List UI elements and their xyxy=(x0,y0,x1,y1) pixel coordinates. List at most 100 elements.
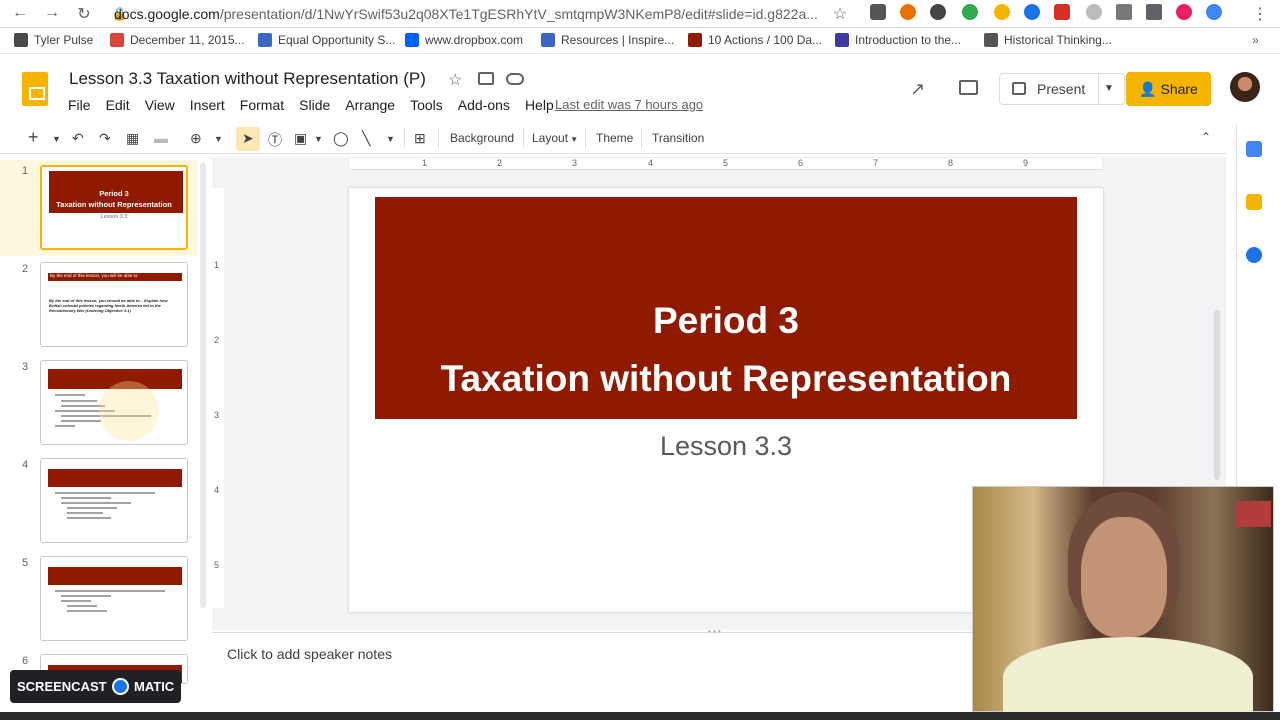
resize-handle[interactable]: • • • xyxy=(708,627,721,636)
bookmark-item[interactable]: 10 Actions / 100 Da... xyxy=(688,33,822,47)
speaker-notes-placeholder[interactable]: Click to add speaker notes xyxy=(227,646,392,662)
menu-help[interactable]: Help xyxy=(525,97,554,113)
collapse-toolbar-icon[interactable]: ⌃ xyxy=(1201,130,1211,144)
new-slide-icon[interactable]: + xyxy=(28,127,39,148)
bookmark-star-icon[interactable]: ☆ xyxy=(830,4,850,24)
ruler-mark: 2 xyxy=(497,158,503,168)
comments-icon[interactable] xyxy=(959,80,978,95)
menu-format[interactable]: Format xyxy=(240,97,284,113)
address-bar[interactable]: docs.google.com/presentation/d/1NwYrSwif… xyxy=(114,2,830,26)
thumb-banner-text: By the end of this lesson, you will be a… xyxy=(50,273,139,278)
zoom-icon[interactable]: ⊕ xyxy=(190,130,202,147)
shape-icon[interactable]: ◯ xyxy=(333,130,349,147)
layout-button[interactable]: Layout ▼ xyxy=(532,131,578,145)
tasks-icon[interactable] xyxy=(1246,247,1262,263)
menu-slide[interactable]: Slide xyxy=(299,97,330,113)
share-button[interactable]: 👤 Share xyxy=(1126,72,1211,106)
bookmark-label: Historical Thinking... xyxy=(1004,33,1112,47)
url-path: /presentation/d/1NwYrSwif53u2q08XTe1TgES… xyxy=(219,6,818,22)
chevron-down-icon[interactable]: ▼ xyxy=(1104,74,1114,104)
extension-icon[interactable] xyxy=(994,4,1010,20)
move-folder-icon[interactable] xyxy=(478,72,494,85)
slide-thumbnail-2[interactable]: By the end of this lesson, you will be a… xyxy=(40,262,188,347)
menu-insert[interactable]: Insert xyxy=(190,97,225,113)
divider xyxy=(404,128,405,148)
slide-thumbnail-1[interactable]: Period 3 Taxation without Representation… xyxy=(40,165,188,250)
menu-bar: File Edit View Insert Format Slide Arran… xyxy=(68,97,569,113)
paint-format-icon[interactable]: ▬ xyxy=(154,130,168,146)
background-button[interactable]: Background xyxy=(450,131,514,145)
slide-number: 3 xyxy=(22,361,29,373)
extension-icon[interactable] xyxy=(1146,4,1162,20)
document-title[interactable]: Lesson 3.3 Taxation without Representati… xyxy=(69,69,426,89)
bookmark-item[interactable]: December 11, 2015... xyxy=(110,33,245,47)
layout-label: Layout xyxy=(532,131,569,145)
slide-thumbnail-5[interactable] xyxy=(40,556,188,641)
menu-tools[interactable]: Tools xyxy=(410,97,443,113)
activity-trend-icon[interactable]: ↗ xyxy=(910,79,925,100)
chevron-down-icon[interactable]: ▼ xyxy=(314,134,323,144)
slide-thumbnail-3[interactable] xyxy=(40,360,188,445)
bookmark-item[interactable]: Tyler Pulse xyxy=(14,33,93,47)
theme-button[interactable]: Theme xyxy=(596,131,633,145)
extension-icon[interactable] xyxy=(870,4,886,20)
extension-icon[interactable] xyxy=(962,4,978,20)
slide-title-line-1[interactable]: Period 3 xyxy=(375,300,1077,342)
menu-addons[interactable]: Add-ons xyxy=(458,97,510,113)
menu-arrange[interactable]: Arrange xyxy=(345,97,395,113)
forward-icon[interactable]: → xyxy=(42,4,62,22)
webcam-overlay xyxy=(972,486,1274,717)
filmstrip-scrollbar[interactable] xyxy=(200,162,206,608)
menu-file[interactable]: File xyxy=(68,97,91,113)
bookmark-item[interactable]: www.dropbox.com xyxy=(405,33,523,47)
print-icon[interactable]: ▦ xyxy=(126,130,139,147)
star-icon[interactable]: ☆ xyxy=(448,70,462,90)
select-cursor-icon[interactable]: ➤ xyxy=(242,130,254,147)
vertical-ruler[interactable]: 1 2 3 4 5 xyxy=(212,188,224,608)
horizontal-ruler[interactable]: 1 2 3 4 5 6 7 8 9 xyxy=(350,158,1102,170)
menu-view[interactable]: View xyxy=(145,97,175,113)
calendar-icon[interactable] xyxy=(1246,141,1262,157)
slide-title-line-2[interactable]: Taxation without Representation xyxy=(375,358,1077,400)
bookmark-item[interactable]: Equal Opportunity S... xyxy=(258,33,395,47)
extension-icon[interactable] xyxy=(1054,4,1070,20)
thumb-banner xyxy=(48,567,182,585)
more-bookmarks-icon[interactable]: » xyxy=(1252,33,1259,47)
chevron-down-icon[interactable]: ▼ xyxy=(214,134,223,144)
extension-icon[interactable] xyxy=(1024,4,1040,20)
last-edit-link[interactable]: Last edit was 7 hours ago xyxy=(555,97,703,112)
gmail-icon xyxy=(110,33,124,47)
bookmark-item[interactable]: Introduction to the... xyxy=(835,33,961,47)
line-icon[interactable]: ╲ xyxy=(362,130,370,147)
transition-button[interactable]: Transition xyxy=(652,131,704,145)
slide-number: 5 xyxy=(22,557,29,569)
add-comment-icon[interactable]: ⊞ xyxy=(414,130,426,147)
thumb-text-line xyxy=(61,600,91,602)
bookmark-item[interactable]: Resources | Inspire... xyxy=(541,33,674,47)
extension-icon[interactable] xyxy=(1116,4,1132,20)
watermark-text: SCREENCAST xyxy=(17,679,107,694)
chevron-down-icon[interactable]: ▼ xyxy=(52,134,61,144)
redo-icon[interactable]: ↷ xyxy=(99,130,111,147)
bookmark-item[interactable]: Historical Thinking... xyxy=(984,33,1112,47)
menu-edit[interactable]: Edit xyxy=(106,97,130,113)
browser-menu-icon[interactable]: ⋮ xyxy=(1250,4,1270,24)
back-icon[interactable]: ← xyxy=(10,4,30,22)
reload-icon[interactable]: ↻ xyxy=(74,4,94,24)
slide-thumbnail-4[interactable] xyxy=(40,458,188,543)
avatar[interactable] xyxy=(1230,72,1260,102)
extension-icon[interactable] xyxy=(930,4,946,20)
text-box-icon[interactable]: Ⓣ xyxy=(268,130,282,150)
slides-logo-icon[interactable] xyxy=(22,72,48,106)
undo-icon[interactable]: ↶ xyxy=(72,130,84,147)
extension-icon[interactable] xyxy=(900,4,916,20)
canvas-scrollbar[interactable] xyxy=(1214,310,1220,480)
keep-icon[interactable] xyxy=(1246,194,1262,210)
extension-icon[interactable] xyxy=(1206,4,1222,20)
slide-subtitle[interactable]: Lesson 3.3 xyxy=(375,431,1077,462)
chevron-down-icon[interactable]: ▼ xyxy=(386,134,395,144)
image-icon[interactable]: ▣ xyxy=(294,130,307,147)
extension-icon[interactable] xyxy=(1086,4,1102,20)
present-button[interactable]: Present ▼ xyxy=(999,73,1125,105)
extension-icon[interactable] xyxy=(1176,4,1192,20)
